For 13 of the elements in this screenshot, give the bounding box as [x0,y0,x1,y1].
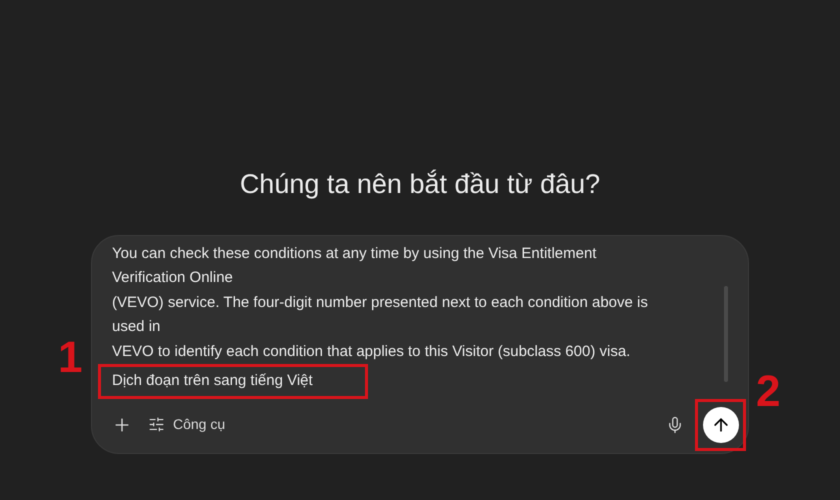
step-number: 1 [58,336,82,380]
message-line: Dịch đoạn trên sang tiếng Việt [112,372,313,389]
tools-button[interactable]: Công cụ [148,414,226,435]
page-heading: Chúng ta nên bắt đầu từ đâu? [240,168,600,201]
message-line: You can check these conditions at any time by using the Visa Entitlement [112,244,596,264]
step-number: 2 [756,370,780,414]
sliders-icon [148,416,165,433]
message-line: VEVO to identify each condition that applies to this Visitor (subclass 600) visa. [112,342,630,362]
send-button[interactable] [702,406,738,442]
microphone-icon [666,416,684,434]
message-line: used in [112,317,160,337]
message-line: (VEVO) service. The four-digit number presented next to each condition above is [112,292,648,312]
message-line: Verification Online [112,268,233,288]
